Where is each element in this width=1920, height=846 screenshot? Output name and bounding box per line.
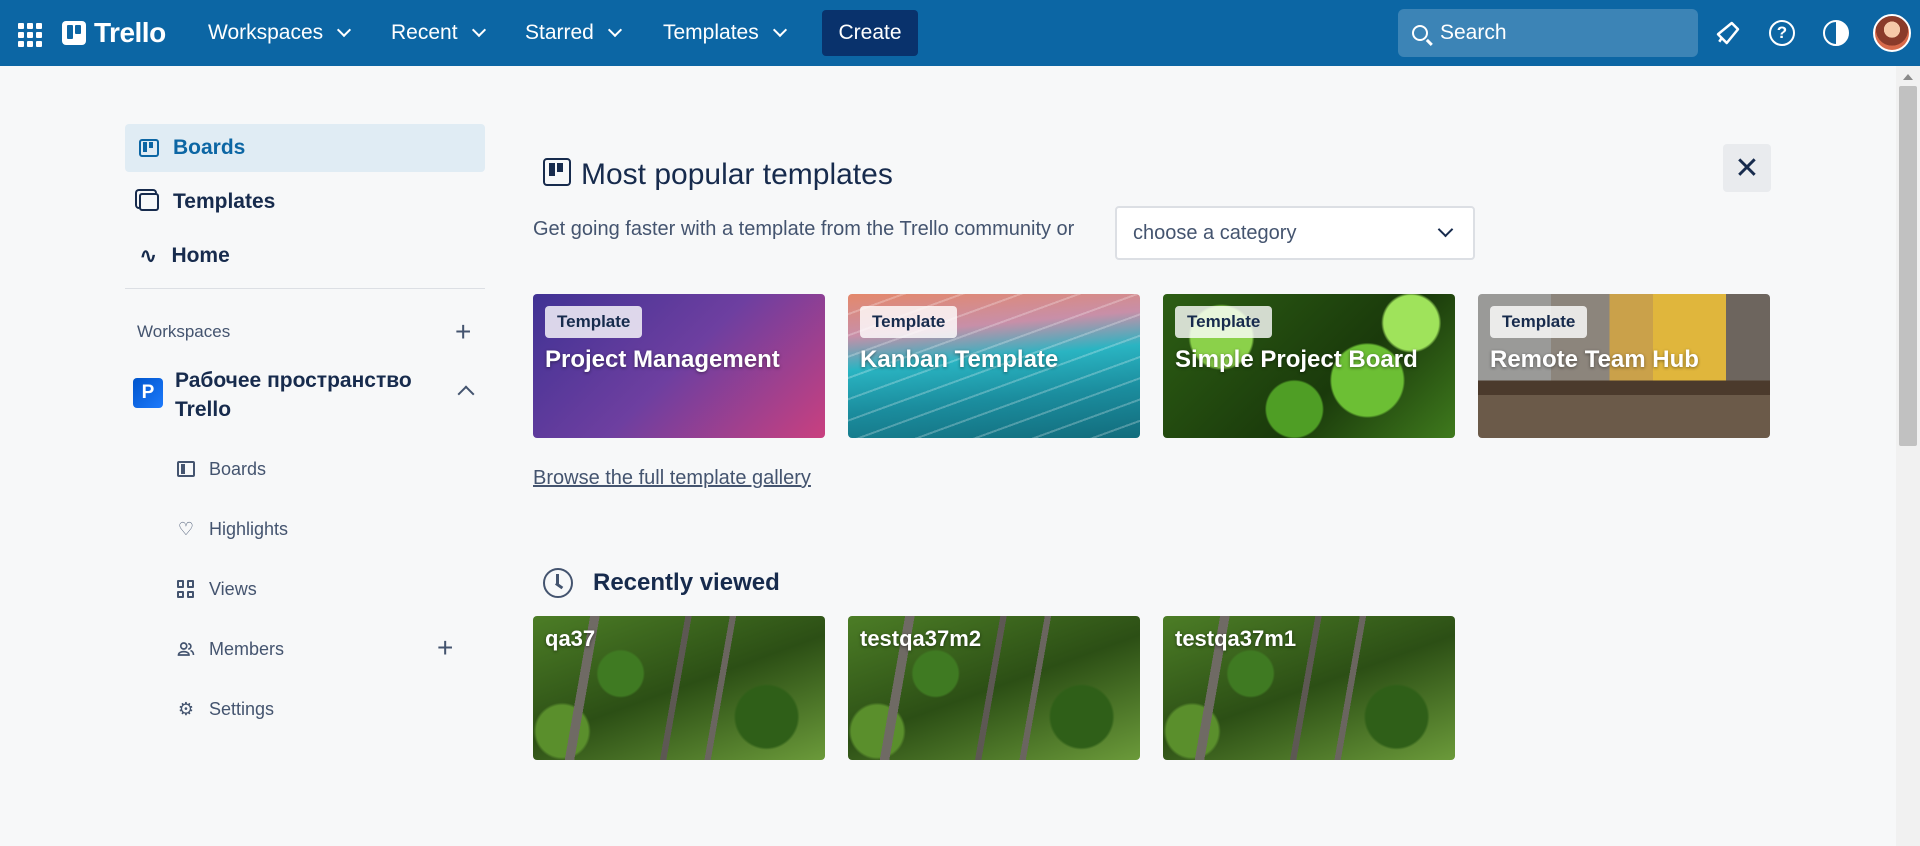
scroll-up-arrow-icon[interactable] bbox=[1903, 74, 1913, 80]
workspace-item-views[interactable]: Views bbox=[177, 569, 257, 609]
template-title: Remote Team Hub bbox=[1490, 346, 1699, 373]
workspace-item-members[interactable]: Members bbox=[177, 629, 284, 669]
workspace-item-boards[interactable]: Boards bbox=[177, 449, 266, 489]
megaphone-icon bbox=[1716, 21, 1740, 45]
members-icon bbox=[177, 642, 195, 656]
clock-icon bbox=[543, 568, 573, 598]
heart-icon: ♡ bbox=[177, 518, 195, 539]
contrast-icon bbox=[1823, 20, 1849, 46]
template-badge: Template bbox=[545, 306, 643, 338]
board-tile[interactable]: testqa37m1 bbox=[1163, 616, 1455, 760]
nav-templates-menu[interactable]: Templates bbox=[655, 13, 793, 53]
chevron-down-icon bbox=[337, 22, 352, 38]
template-tile-remote-team-hub[interactable]: Template Remote Team Hub bbox=[1478, 294, 1770, 438]
chevron-down-icon bbox=[772, 22, 787, 38]
template-title: Kanban Template bbox=[860, 346, 1059, 373]
create-button[interactable]: Create bbox=[822, 10, 918, 56]
workspaces-heading: Workspaces bbox=[137, 322, 231, 341]
sidebar-divider bbox=[125, 288, 485, 289]
close-templates-button[interactable]: ✕ bbox=[1723, 144, 1771, 192]
logo-text: Trello bbox=[94, 17, 166, 48]
help-button[interactable]: ? bbox=[1764, 15, 1800, 51]
template-tile-project-management[interactable]: Template Project Management bbox=[533, 294, 825, 438]
board-title: qa37 bbox=[545, 626, 596, 651]
grid-icon bbox=[177, 580, 195, 598]
help-icon: ? bbox=[1769, 20, 1795, 46]
gear-icon: ⚙ bbox=[177, 698, 195, 719]
template-icon bbox=[139, 193, 159, 211]
nav-recent-menu[interactable]: Recent bbox=[383, 13, 492, 53]
sidebar-item-label: Templates bbox=[173, 190, 276, 213]
board-icon bbox=[177, 461, 195, 477]
template-title: Project Management bbox=[545, 346, 780, 373]
nav-workspaces-menu[interactable]: Workspaces bbox=[200, 13, 357, 53]
nav-label: Starred bbox=[525, 21, 594, 44]
board-tile[interactable]: qa37 bbox=[533, 616, 825, 760]
template-icon bbox=[543, 158, 571, 186]
chevron-down-icon bbox=[471, 22, 486, 38]
workspace-badge: P bbox=[133, 378, 163, 408]
search-placeholder: Search bbox=[1440, 21, 1507, 44]
workspace-item-highlights[interactable]: ♡ Highlights bbox=[177, 509, 288, 549]
chevron-down-icon bbox=[1437, 221, 1454, 238]
template-title: Simple Project Board bbox=[1175, 346, 1418, 373]
nav-label: Templates bbox=[663, 21, 759, 44]
board-icon bbox=[139, 139, 159, 157]
sidebar-item-label: Home bbox=[171, 244, 230, 267]
sidebar-item-templates[interactable]: Templates bbox=[125, 178, 485, 226]
trello-logo[interactable]: Trello bbox=[62, 16, 166, 50]
templates-section-title: Most popular templates bbox=[581, 158, 893, 191]
theme-toggle-button[interactable] bbox=[1818, 15, 1854, 51]
workspace-name[interactable]: Рабочее пространство Trello bbox=[175, 366, 435, 424]
workspace-item-label: Members bbox=[209, 638, 285, 659]
add-workspace-icon[interactable]: + bbox=[455, 318, 471, 346]
notifications-icon[interactable] bbox=[1710, 15, 1746, 51]
template-tile-simple-project-board[interactable]: Template Simple Project Board bbox=[1163, 294, 1455, 438]
pulse-icon: ∿ bbox=[139, 243, 158, 268]
search-icon bbox=[1412, 25, 1428, 41]
category-placeholder: choose a category bbox=[1133, 221, 1297, 244]
workspace-item-label: Settings bbox=[209, 698, 275, 719]
workspace-item-label: Highlights bbox=[209, 518, 289, 539]
template-badge: Template bbox=[1175, 306, 1273, 338]
workspace-item-settings[interactable]: ⚙ Settings bbox=[177, 689, 274, 729]
category-select[interactable]: choose a category bbox=[1115, 206, 1475, 260]
workspace-item-label: Boards bbox=[209, 458, 267, 479]
vertical-scrollbar[interactable] bbox=[1896, 66, 1920, 846]
chevron-down-icon bbox=[607, 22, 622, 38]
search-input[interactable]: Search bbox=[1398, 9, 1698, 57]
template-tile-kanban[interactable]: Template Kanban Template bbox=[848, 294, 1140, 438]
board-tile[interactable]: testqa37m2 bbox=[848, 616, 1140, 760]
sidebar-item-home[interactable]: ∿ Home bbox=[125, 232, 485, 280]
sidebar-item-boards[interactable]: Boards bbox=[125, 124, 485, 172]
nav-label: Workspaces bbox=[208, 21, 324, 44]
nav-label: Recent bbox=[391, 21, 458, 44]
board-title: testqa37m1 bbox=[1175, 626, 1297, 651]
template-badge: Template bbox=[860, 306, 958, 338]
avatar[interactable] bbox=[1873, 14, 1911, 52]
templates-subtitle: Get going faster with a template from th… bbox=[533, 218, 1075, 240]
chevron-up-icon[interactable] bbox=[457, 385, 475, 403]
top-navigation-bar: Trello Workspaces Recent Starred Templat… bbox=[0, 0, 1920, 66]
workspace-item-label: Views bbox=[209, 578, 257, 599]
add-member-icon[interactable]: + bbox=[437, 634, 453, 662]
trello-logo-icon bbox=[62, 21, 86, 45]
browse-template-gallery-link[interactable]: Browse the full template gallery bbox=[533, 467, 811, 490]
close-icon: ✕ bbox=[1734, 151, 1760, 185]
sidebar-item-label: Boards bbox=[173, 136, 246, 159]
template-badge: Template bbox=[1490, 306, 1588, 338]
board-title: testqa37m2 bbox=[860, 626, 982, 651]
nav-starred-menu[interactable]: Starred bbox=[517, 13, 628, 53]
app-switcher-icon[interactable] bbox=[14, 19, 42, 47]
scrollbar-thumb[interactable] bbox=[1899, 86, 1917, 446]
recently-viewed-title: Recently viewed bbox=[593, 569, 780, 596]
